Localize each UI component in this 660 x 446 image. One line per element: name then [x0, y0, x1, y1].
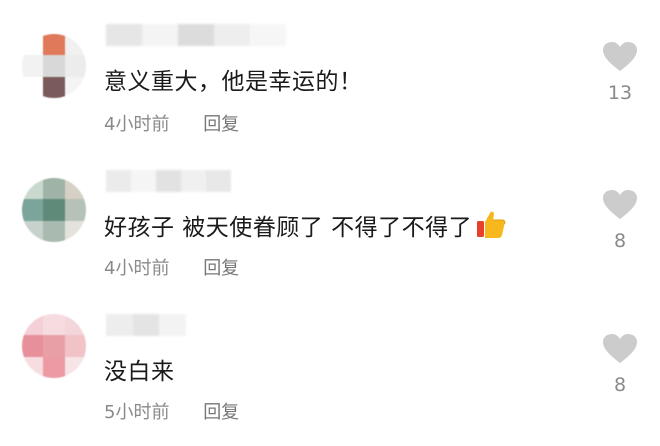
- reply-button[interactable]: 回复: [203, 114, 239, 135]
- like-button[interactable]: 8: [600, 190, 640, 252]
- username-blurred[interactable]: [106, 24, 286, 46]
- avatar-pixel: [43, 335, 65, 357]
- avatar-pixel: [64, 34, 86, 56]
- timestamp: 4小时前: [104, 258, 170, 279]
- username-blur-block: [131, 170, 156, 192]
- comment-list: 意义重大，他是幸运的！ 4小时前 回复 13 好孩子 被天使眷顾了 不得了不得了: [0, 0, 660, 446]
- like-count: 8: [613, 374, 627, 396]
- avatar-pixel: [64, 314, 86, 336]
- comment-meta: 4小时前 回复: [104, 110, 239, 136]
- username-blur-block: [106, 24, 142, 46]
- avatar-pixel: [22, 178, 44, 200]
- avatar-pixel: [43, 34, 65, 56]
- avatar-pixel: [22, 199, 44, 221]
- avatar-pixel: [22, 335, 44, 357]
- avatar-pixel: [22, 356, 44, 378]
- comment-text-content: 好孩子 被天使眷顾了 不得了不得了: [104, 215, 473, 241]
- username-blurred[interactable]: [106, 170, 231, 192]
- username-blur-block: [250, 24, 286, 46]
- username-blur-block: [178, 24, 214, 46]
- thumbs-up-icon: [476, 209, 506, 245]
- avatar-pixel: [43, 55, 65, 77]
- username-blur-block: [132, 314, 160, 336]
- like-count: 8: [613, 230, 627, 252]
- avatar-pixel: [22, 314, 44, 336]
- avatar-pixel: [43, 220, 65, 242]
- avatar-pixel: [43, 199, 65, 221]
- username-blur-block: [106, 314, 133, 336]
- username-blur-block: [142, 24, 178, 46]
- avatar-pixel: [22, 76, 44, 98]
- avatar-pixel: [64, 76, 86, 98]
- like-button[interactable]: 13: [600, 42, 640, 104]
- username-blur-block: [181, 170, 206, 192]
- avatar-pixel: [64, 199, 86, 221]
- username-blur-block: [156, 170, 181, 192]
- heart-icon: [603, 334, 637, 363]
- heart-icon: [603, 190, 637, 219]
- comment-meta: 4小时前 回复: [104, 254, 239, 280]
- comment-text: 没白来: [104, 352, 175, 386]
- comment-text-content: 没白来: [104, 359, 175, 385]
- avatar-pixel: [43, 356, 65, 378]
- username-blurred[interactable]: [106, 314, 187, 336]
- username-blur-block: [206, 170, 231, 192]
- avatar-pixel: [43, 314, 65, 336]
- avatar-pixel: [22, 34, 44, 56]
- avatar-pixel: [64, 335, 86, 357]
- timestamp: 5小时前: [104, 402, 170, 423]
- avatar-pixel: [64, 178, 86, 200]
- avatar-pixel: [43, 76, 65, 98]
- avatar-pixel: [22, 220, 44, 242]
- avatar-pixel: [22, 55, 44, 77]
- avatar-pixel: [64, 55, 86, 77]
- timestamp: 4小时前: [104, 114, 170, 135]
- avatar-pixel: [43, 178, 65, 200]
- username-blur-block: [159, 314, 187, 336]
- username-blur-block: [214, 24, 250, 46]
- like-button[interactable]: 8: [600, 334, 640, 396]
- like-count: 13: [607, 82, 633, 104]
- comment-meta: 5小时前 回复: [104, 398, 239, 424]
- heart-icon: [603, 42, 637, 71]
- avatar[interactable]: [22, 34, 86, 98]
- comment-text: 意义重大，他是幸运的！: [104, 62, 363, 96]
- avatar[interactable]: [22, 178, 86, 242]
- comment-text: 好孩子 被天使眷顾了 不得了不得了: [104, 208, 506, 245]
- reply-button[interactable]: 回复: [203, 402, 239, 423]
- avatar-pixel: [64, 220, 86, 242]
- comment-text-content: 意义重大，他是幸运的！: [104, 69, 363, 95]
- avatar[interactable]: [22, 314, 86, 378]
- avatar-pixel: [64, 356, 86, 378]
- reply-button[interactable]: 回复: [203, 258, 239, 279]
- username-blur-block: [106, 170, 131, 192]
